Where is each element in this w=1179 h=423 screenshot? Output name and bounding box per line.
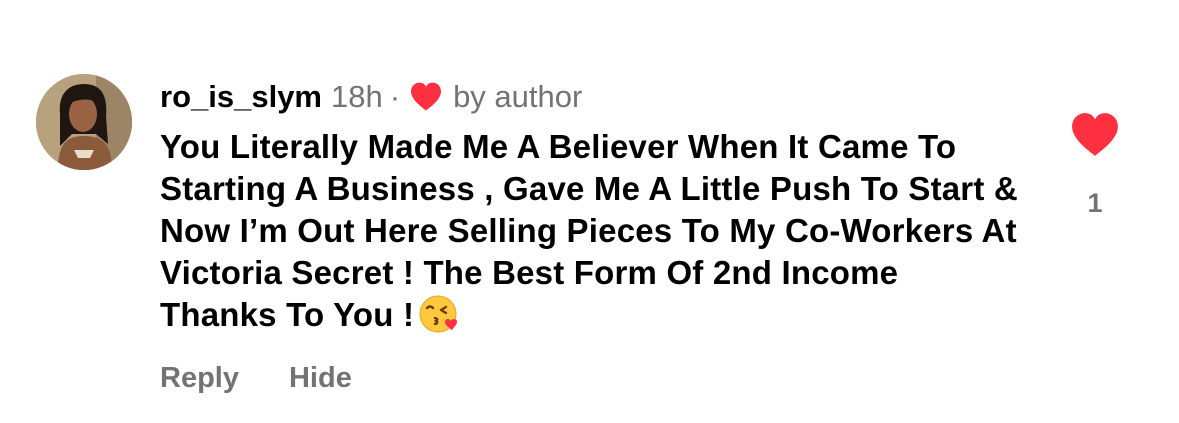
meta-separator: · [389, 79, 401, 114]
comment-body: You Literally Made Me A Believer When It… [160, 126, 1020, 336]
avatar[interactable] [36, 74, 132, 170]
hide-button[interactable]: Hide [289, 358, 352, 398]
heart-icon [1072, 113, 1118, 156]
comment-username[interactable]: ro_is_slym [160, 78, 322, 116]
avatar-image [36, 74, 132, 170]
face-blowing-a-kiss-icon [418, 294, 462, 334]
like-button[interactable] [1070, 112, 1120, 158]
liked-by-author-label: by author [453, 79, 583, 114]
comment-meta: ro_is_slym 18h · by author [160, 78, 1020, 116]
heart-icon [409, 82, 443, 112]
comment-timestamp: 18h [331, 79, 383, 114]
reply-button[interactable]: Reply [160, 358, 239, 398]
comment-actions: Reply Hide [160, 358, 352, 398]
comment-text: You Literally Made Me A Believer When It… [160, 128, 1018, 333]
comment: ro_is_slym 18h · by author You Literally… [160, 78, 1020, 336]
like-count[interactable]: 1 [1070, 186, 1120, 220]
